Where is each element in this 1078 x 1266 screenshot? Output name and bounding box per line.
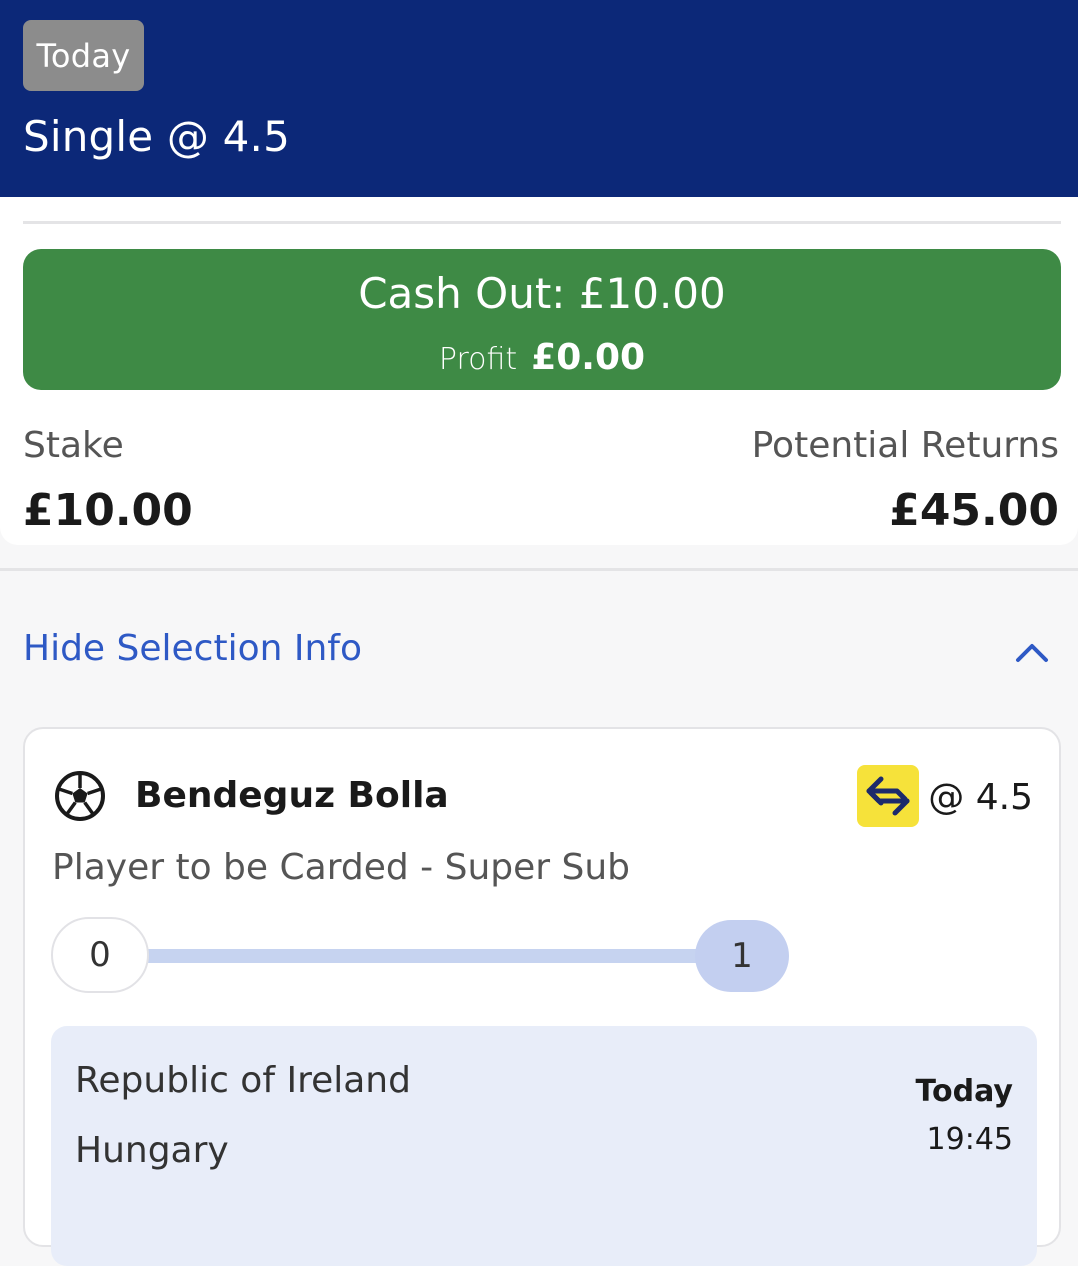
chevron-up-icon[interactable] [1012, 632, 1052, 672]
progress-start-value: 0 [51, 917, 149, 993]
profit-label: Profit [438, 342, 518, 377]
progress-target-value: 1 [695, 920, 789, 992]
cash-out-profit: Profit £0.00 [23, 337, 1061, 378]
selection-odds: @ 4.5 [928, 777, 1033, 818]
bet-summary-card: Cash Out: £10.00 Profit £0.00 Stake Poten… [0, 197, 1078, 545]
bet-header: Today Single @ 4.5 [0, 0, 1078, 197]
stake-value: £10.00 [23, 485, 193, 536]
football-icon [55, 771, 105, 821]
date-chip: Today [23, 20, 144, 91]
cash-out-label: Cash Out: £10.00 [358, 269, 726, 318]
event-time: 19:45 [926, 1122, 1013, 1157]
event-info[interactable]: Republic of Ireland Hungary Today 19:45 [51, 1026, 1037, 1266]
home-team: Republic of Ireland [75, 1060, 411, 1101]
divider [23, 221, 1061, 224]
bet-title: Single @ 4.5 [23, 112, 291, 161]
progress-track [145, 949, 745, 963]
market-name: Player to be Carded - Super Sub [52, 847, 631, 888]
potential-returns-value: £45.00 [889, 485, 1059, 536]
event-day: Today [915, 1074, 1013, 1109]
away-team: Hungary [75, 1130, 229, 1171]
cash-out-button[interactable]: Cash Out: £10.00 Profit £0.00 [23, 249, 1061, 390]
player-name: Bendeguz Bolla [135, 775, 449, 816]
selection-card: Bendeguz Bolla @ 4.5 Player to be Carded… [23, 727, 1061, 1266]
swap-arrows-icon[interactable] [857, 765, 919, 827]
potential-returns-label: Potential Returns [751, 425, 1059, 466]
section-divider [0, 568, 1078, 571]
hide-selection-info-link[interactable]: Hide Selection Info [23, 628, 362, 669]
stake-label: Stake [23, 425, 124, 466]
profit-value: £0.00 [531, 337, 646, 378]
